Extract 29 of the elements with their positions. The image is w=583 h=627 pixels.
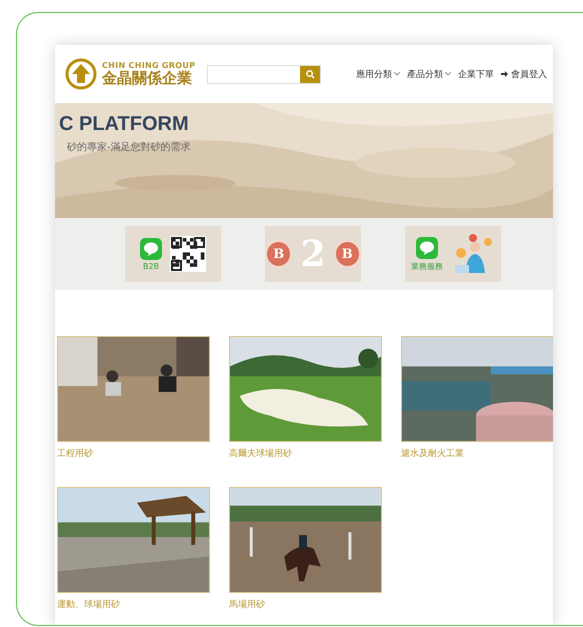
hero-title: C PLATFORM xyxy=(59,113,190,136)
banner-caption: B2B xyxy=(142,262,160,270)
service-banner[interactable]: 業務服務 xyxy=(405,226,501,282)
qr-code-icon xyxy=(170,236,206,272)
search-field[interactable] xyxy=(207,64,322,84)
nav-link[interactable]: 企業下單 xyxy=(458,68,494,80)
category-caption[interactable]: 高爾夫球場用砂 xyxy=(229,447,382,460)
nav-link[interactable]: 產品分類 xyxy=(407,68,451,80)
category-caption[interactable]: 馬場用砂 xyxy=(229,598,382,611)
b2b-letter: B xyxy=(265,240,292,268)
chevron-down-icon xyxy=(394,72,400,76)
banner-caption: 業務服務 xyxy=(411,260,443,272)
search-icon xyxy=(306,70,315,78)
b2b-letter: B xyxy=(334,240,361,268)
nav-link[interactable]: 會員登入 xyxy=(501,68,547,80)
category-caption[interactable]: 運動、球場用砂 xyxy=(57,598,210,611)
chat-app-icon xyxy=(140,238,162,260)
search-button[interactable] xyxy=(300,66,320,82)
brand-chinese: 金晶關係企業 xyxy=(102,70,193,87)
chat-app-icon xyxy=(416,236,438,258)
nav-link[interactable]: 應用分類 xyxy=(356,68,400,80)
brand-english: CHIN CHING GROUP xyxy=(102,61,196,70)
line-qr-banner[interactable]: B2B xyxy=(125,226,221,282)
logo-icon xyxy=(65,58,97,90)
chevron-down-icon xyxy=(445,72,451,76)
category-caption[interactable]: 工程用砂 xyxy=(57,447,210,460)
login-icon xyxy=(501,70,509,78)
hero-subtitle: 砂的專家-滿足您對砂的需求 xyxy=(67,140,191,154)
category-caption[interactable]: 濾水及耐火工業 xyxy=(401,447,553,460)
